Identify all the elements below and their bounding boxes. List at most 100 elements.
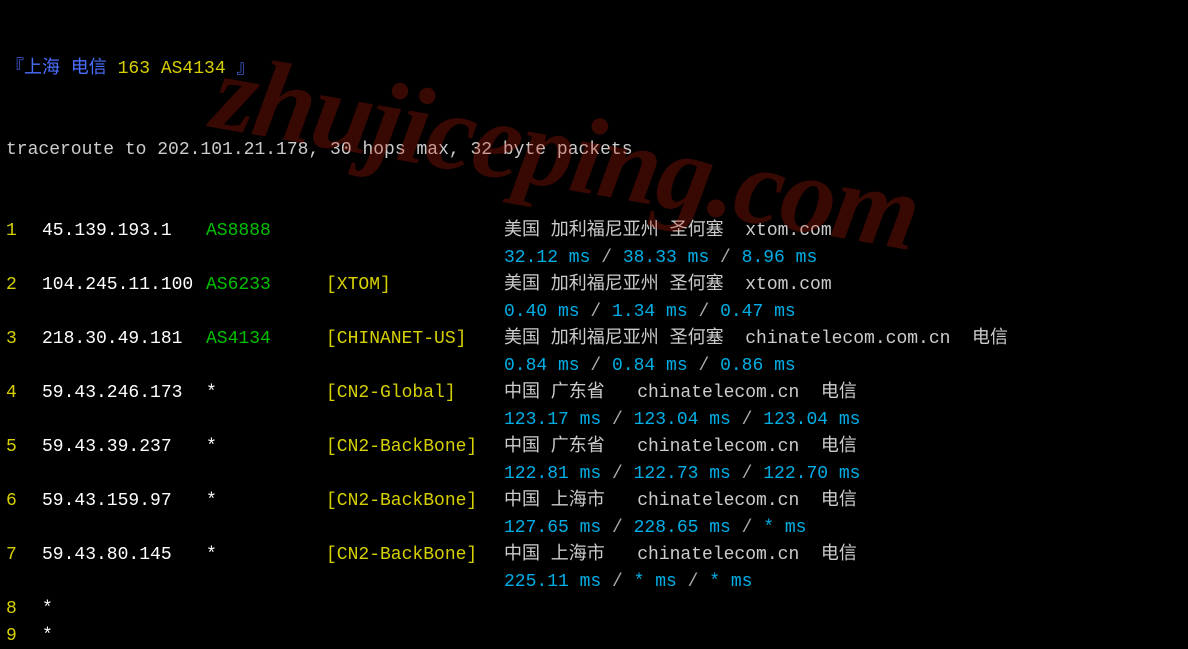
latency-sep: / [688, 356, 720, 376]
latency-value: 123.04 ms [763, 410, 860, 430]
latency-sep: / [731, 464, 763, 484]
hop-asn: * [206, 380, 326, 407]
hop-ip: 59.43.159.97 [42, 488, 206, 515]
hop-ip: 59.43.39.237 [42, 434, 206, 461]
hop-domain: xtom.com [745, 272, 831, 299]
traceroute-command: traceroute to 202.101.21.178, 30 hops ma… [6, 137, 1182, 164]
latency-value: 1.34 ms [612, 302, 688, 322]
latency-value: * ms [763, 518, 806, 538]
hop-isp: 电信 [799, 542, 857, 569]
hop-latency-row: 127.65 ms / 228.65 ms / * ms [6, 515, 1182, 542]
hop-row: 659.43.159.97*[CN2-BackBone]中国 上海市 china… [6, 488, 1182, 515]
hop-ip: 59.43.80.145 [42, 542, 206, 569]
header-close: 』 [236, 56, 254, 83]
hop-latency: 225.11 ms / * ms / * ms [504, 569, 752, 596]
hop-row: 145.139.193.1AS8888美国 加利福尼亚州 圣何塞 xtom.co… [6, 218, 1182, 245]
latency-sep: / [731, 410, 763, 430]
hop-location: 美国 加利福尼亚州 圣何塞 [504, 326, 745, 353]
latency-sep: / [677, 572, 709, 592]
latency-value: 228.65 ms [634, 518, 731, 538]
hop-asn: * [206, 488, 326, 515]
hop-ip: 218.30.49.181 [42, 326, 206, 353]
latency-value: * ms [634, 572, 677, 592]
latency-value: 8.96 ms [742, 248, 818, 268]
latency-value: 127.65 ms [504, 518, 601, 538]
latency-sep: / [580, 356, 612, 376]
hop-asn: * [206, 542, 326, 569]
latency-value: 32.12 ms [504, 248, 590, 268]
hop-row: 459.43.246.173*[CN2-Global]中国 广东省 chinat… [6, 380, 1182, 407]
latency-sep: / [590, 248, 622, 268]
hop-latency-row: 225.11 ms / * ms / * ms [6, 569, 1182, 596]
latency-value: 0.84 ms [504, 356, 580, 376]
hop-network: [CN2-BackBone] [326, 434, 504, 461]
latency-sep: / [731, 518, 763, 538]
latency-sep: / [601, 518, 633, 538]
hop-isp: 电信 [799, 434, 857, 461]
hop-latency: 127.65 ms / 228.65 ms / * ms [504, 515, 806, 542]
hop-domain: chinatelecom.cn [637, 488, 799, 515]
hop-latency-row: 122.81 ms / 122.73 ms / 122.70 ms [6, 461, 1182, 488]
hop-latency: 123.17 ms / 123.04 ms / 123.04 ms [504, 407, 860, 434]
hop-ip: * [42, 596, 206, 623]
latency-value: 0.84 ms [612, 356, 688, 376]
latency-sep: / [709, 248, 741, 268]
latency-value: 122.73 ms [634, 464, 731, 484]
latency-value: 123.17 ms [504, 410, 601, 430]
hop-ip: 59.43.246.173 [42, 380, 206, 407]
hop-domain: chinatelecom.cn [637, 434, 799, 461]
latency-sep: / [580, 302, 612, 322]
hop-asn: AS4134 [206, 326, 326, 353]
hop-latency: 122.81 ms / 122.73 ms / 122.70 ms [504, 461, 860, 488]
hop-network: [CN2-Global] [326, 380, 504, 407]
hop-number: 5 [6, 434, 42, 461]
header-loc: 上海 电信 [24, 56, 118, 83]
hop-number: 4 [6, 380, 42, 407]
latency-sep: / [601, 410, 633, 430]
hop-row: 9* [6, 623, 1182, 649]
hop-number: 6 [6, 488, 42, 515]
hop-latency-row: 123.17 ms / 123.04 ms / 123.04 ms [6, 407, 1182, 434]
hop-location: 美国 加利福尼亚州 圣何塞 [504, 218, 745, 245]
latency-value: 122.81 ms [504, 464, 601, 484]
hop-network: [CN2-BackBone] [326, 542, 504, 569]
hop-latency-row: 32.12 ms / 38.33 ms / 8.96 ms [6, 245, 1182, 272]
hop-asn: * [206, 434, 326, 461]
hop-isp: 电信 [799, 488, 857, 515]
hop-domain: chinatelecom.cn [637, 380, 799, 407]
latency-value: 0.47 ms [720, 302, 796, 322]
hop-isp: 电信 [799, 380, 857, 407]
hop-latency: 32.12 ms / 38.33 ms / 8.96 ms [504, 245, 817, 272]
latency-value: 225.11 ms [504, 572, 601, 592]
hop-row: 3218.30.49.181AS4134[CHINANET-US]美国 加利福尼… [6, 326, 1182, 353]
hop-network: [CHINANET-US] [326, 326, 504, 353]
header-asn: 163 AS4134 [118, 56, 237, 83]
latency-sep: / [601, 572, 633, 592]
hop-ip: 104.245.11.100 [42, 272, 206, 299]
hop-latency-row: 0.84 ms / 0.84 ms / 0.86 ms [6, 353, 1182, 380]
hop-number: 7 [6, 542, 42, 569]
hop-asn: AS8888 [206, 218, 326, 245]
hop-location: 中国 上海市 [504, 488, 637, 515]
latency-value: 0.86 ms [720, 356, 796, 376]
latency-value: 0.40 ms [504, 302, 580, 322]
hop-location: 中国 广东省 [504, 380, 637, 407]
hop-row: 759.43.80.145*[CN2-BackBone]中国 上海市 china… [6, 542, 1182, 569]
hop-row: 559.43.39.237*[CN2-BackBone]中国 广东省 china… [6, 434, 1182, 461]
hop-ip: 45.139.193.1 [42, 218, 206, 245]
latency-value: 122.70 ms [763, 464, 860, 484]
hop-number: 3 [6, 326, 42, 353]
hop-isp: 电信 [950, 326, 1008, 353]
hop-row: 2104.245.11.100AS6233[XTOM]美国 加利福尼亚州 圣何塞… [6, 272, 1182, 299]
hop-network: [CN2-BackBone] [326, 488, 504, 515]
trace-header: 『上海 电信 163 AS4134 』 [6, 56, 1182, 83]
hop-network: [XTOM] [326, 272, 504, 299]
latency-sep: / [601, 464, 633, 484]
hop-number: 1 [6, 218, 42, 245]
hop-list: 145.139.193.1AS8888 美国 加利福尼亚州 圣何塞 xtom.co… [6, 218, 1182, 649]
latency-sep: / [688, 302, 720, 322]
hop-latency-row: 0.40 ms / 1.34 ms / 0.47 ms [6, 299, 1182, 326]
hop-network [326, 218, 504, 245]
header-open: 『 [6, 56, 24, 83]
hop-latency: 0.40 ms / 1.34 ms / 0.47 ms [504, 299, 796, 326]
